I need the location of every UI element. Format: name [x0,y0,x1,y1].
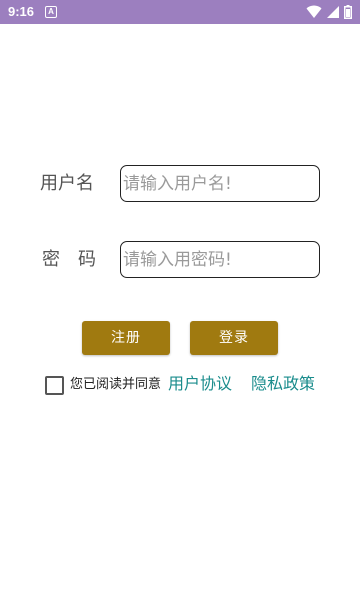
user-agreement-link[interactable]: 用户协议 [168,374,232,394]
battery-icon [344,5,352,19]
agreement-checkbox[interactable] [45,376,64,395]
status-bar: 9:16 A [0,0,360,24]
password-label: 密码 [42,249,114,270]
wifi-icon [306,5,322,18]
agreement-text: 您已阅读并同意 [70,377,162,392]
username-label: 用户名 [40,173,94,194]
signal-icon [327,6,339,18]
privacy-policy-link[interactable]: 隐私政策 [251,374,315,394]
status-time: 9:16 [8,4,35,19]
a-icon: A [45,6,57,18]
username-input[interactable] [120,165,320,202]
register-button[interactable]: 注册 [82,321,170,355]
status-icons [302,5,352,19]
login-button[interactable]: 登录 [190,321,278,355]
password-input[interactable] [120,241,320,278]
